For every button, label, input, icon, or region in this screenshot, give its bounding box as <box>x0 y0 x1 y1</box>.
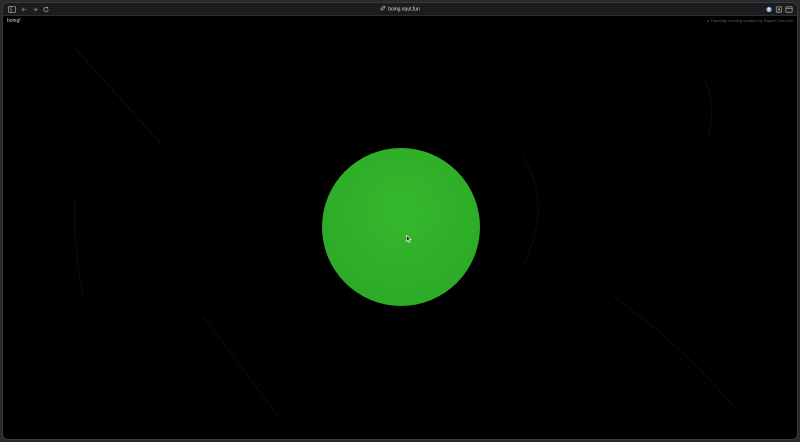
site-title: boing! <box>7 18 21 24</box>
faint-trail-line <box>74 195 84 297</box>
green-ball[interactable] <box>322 148 480 306</box>
profile-avatar-icon[interactable] <box>765 5 773 14</box>
credit-text[interactable]: a Thursday evening creation by Rupert Ch… <box>707 18 793 23</box>
mouse-cursor-icon <box>406 230 412 248</box>
page-content[interactable]: boing! a Thursday evening creation by Ru… <box>3 16 797 439</box>
link-icon <box>380 5 386 15</box>
url-text: boing.naut.fun <box>388 6 420 13</box>
faint-trail-line <box>522 155 539 267</box>
faint-trail-line <box>72 45 164 147</box>
faint-trail-line <box>612 295 734 407</box>
faint-trail-line <box>202 315 279 417</box>
address-bar[interactable]: boing.naut.fun <box>3 5 797 14</box>
faint-trail-line <box>702 75 713 137</box>
browser-window: boing.naut.fun boing! a Thursday evening… <box>2 2 798 440</box>
extensions-icon[interactable] <box>775 5 783 14</box>
browser-toolbar: boing.naut.fun <box>3 3 797 16</box>
tab-overview-icon[interactable] <box>785 5 793 14</box>
